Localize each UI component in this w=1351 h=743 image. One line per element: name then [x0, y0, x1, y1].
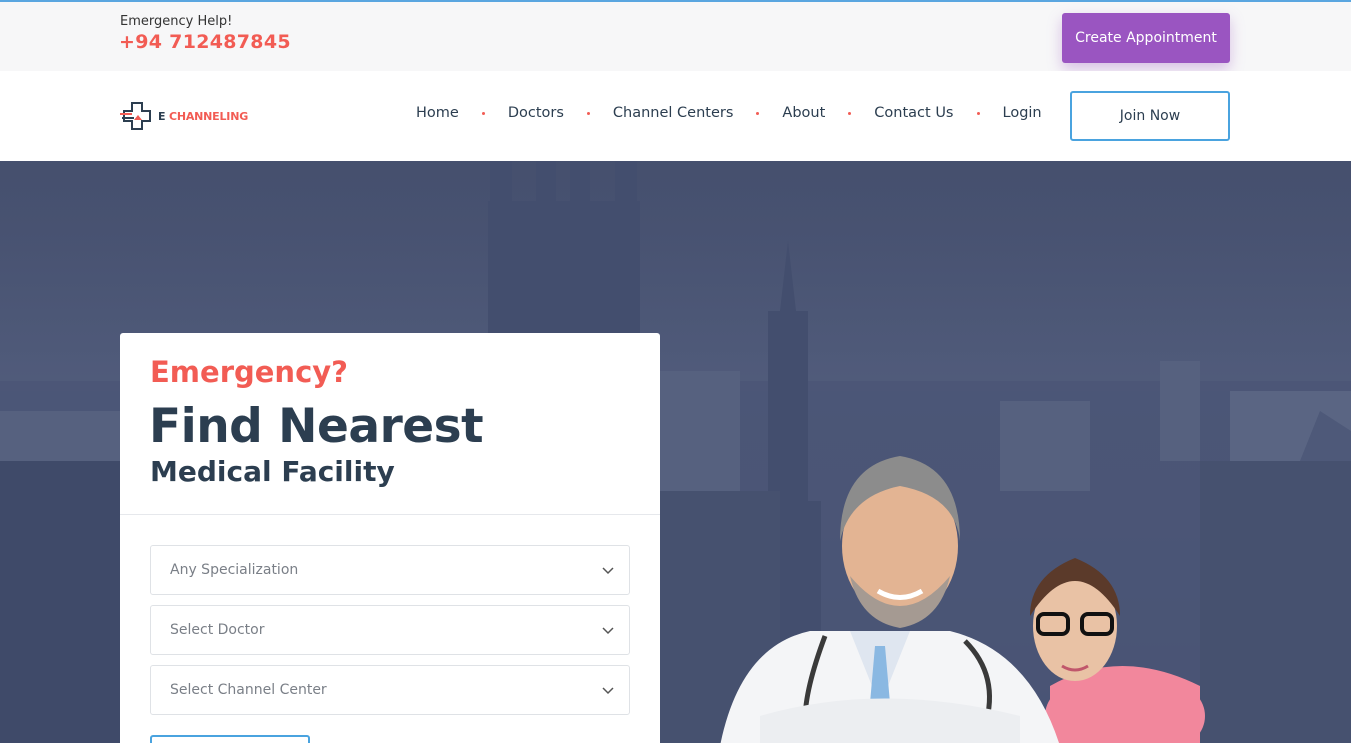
- card-subtitle: Medical Facility: [150, 455, 395, 488]
- chevron-down-icon: [602, 687, 614, 695]
- nav-item-contact-us[interactable]: Contact Us: [874, 105, 953, 121]
- create-appointment-button[interactable]: Create Appointment: [1062, 13, 1230, 63]
- nav-item-channel-centers[interactable]: Channel Centers: [613, 105, 734, 121]
- nav-separator-dot: [586, 111, 590, 115]
- nav-item-login[interactable]: Login: [1003, 105, 1042, 121]
- specialization-select-value: Any Specialization: [170, 562, 299, 578]
- chevron-down-icon: [602, 627, 614, 635]
- doctor-select[interactable]: Select Doctor: [150, 605, 630, 655]
- chevron-down-icon: [602, 567, 614, 575]
- search-button[interactable]: [150, 735, 310, 743]
- nav-separator-dot: [848, 111, 852, 115]
- find-facility-card: Emergency? Find Nearest Medical Facility…: [120, 333, 660, 743]
- nav-separator-dot: [976, 111, 980, 115]
- hero-section: Emergency? Find Nearest Medical Facility…: [0, 161, 1351, 743]
- channel-center-select[interactable]: Select Channel Center: [150, 665, 630, 715]
- channel-center-select-value: Select Channel Center: [170, 682, 327, 698]
- medical-cross-logo-icon: [120, 102, 151, 130]
- main-navbar: E CHANNELING Home Doctors Channel Center…: [0, 71, 1351, 161]
- nav-item-home[interactable]: Home: [416, 105, 459, 121]
- nav-menu: Home Doctors Channel Centers About Conta…: [416, 105, 1042, 121]
- join-now-button[interactable]: Join Now: [1070, 91, 1230, 141]
- nav-item-about[interactable]: About: [782, 105, 825, 121]
- card-divider: [120, 514, 660, 515]
- top-bar: Emergency Help! +94 712487845 Create App…: [0, 0, 1351, 71]
- emergency-phone-number[interactable]: +94 712487845: [119, 31, 291, 53]
- site-logo[interactable]: E CHANNELING: [120, 101, 248, 131]
- logo-wordmark: E CHANNELING: [158, 109, 249, 123]
- doctor-select-value: Select Doctor: [170, 622, 265, 638]
- nav-separator-dot: [756, 111, 760, 115]
- nav-item-doctors[interactable]: Doctors: [508, 105, 564, 121]
- doctors-photo: [720, 456, 1205, 743]
- emergency-help-label: Emergency Help!: [120, 14, 233, 29]
- card-title: Find Nearest: [149, 399, 484, 454]
- specialization-select[interactable]: Any Specialization: [150, 545, 630, 595]
- nav-separator-dot: [481, 111, 485, 115]
- card-kicker: Emergency?: [150, 355, 348, 389]
